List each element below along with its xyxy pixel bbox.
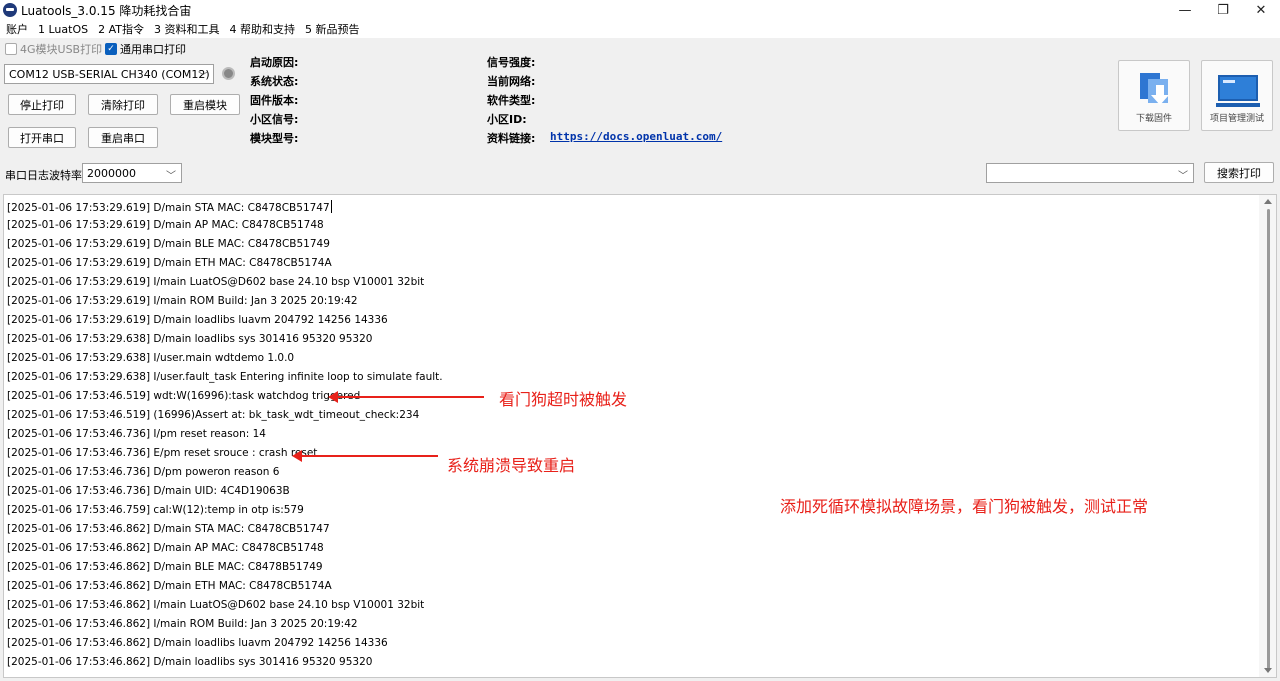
menu-luatos[interactable]: 1 LuatOS	[34, 23, 92, 36]
log-line: [2025-01-06 17:53:46.736] I/pm reset rea…	[7, 428, 266, 440]
log-line: [2025-01-06 17:53:46.862] D/main BLE MAC…	[7, 561, 323, 573]
info-current-network: 当前网络:	[487, 75, 536, 88]
checkmark-icon: ✓	[105, 43, 117, 55]
log-line: [2025-01-06 17:53:29.619] D/main STA MAC…	[7, 200, 332, 214]
log-line: [2025-01-06 17:53:29.619] D/main AP MAC:…	[7, 219, 324, 231]
log-line: [2025-01-06 17:53:46.519] wdt:W(16996):t…	[7, 390, 361, 402]
download-firmware-icon	[1137, 73, 1173, 109]
download-firmware-button[interactable]: 下载固件	[1118, 60, 1190, 131]
log-line: [2025-01-06 17:53:46.862] I/main LuatOS@…	[7, 599, 425, 611]
close-button[interactable]: ✕	[1242, 0, 1280, 20]
annotation-watchdog: 看门狗超时被触发	[499, 390, 628, 409]
info-cell-signal: 小区信号:	[250, 113, 299, 126]
window-title: Luatools_3.0.15 降功耗找合宙	[21, 3, 192, 18]
docs-link[interactable]: https://docs.openluat.com/	[550, 130, 722, 143]
log-line: [2025-01-06 17:53:46.736] D/pm poweron r…	[7, 466, 280, 478]
status-dot-icon	[222, 67, 235, 80]
log-line: [2025-01-06 17:53:46.862] D/main loadlib…	[7, 637, 388, 649]
download-firmware-label: 下载固件	[1135, 114, 1172, 124]
chevron-down-icon: ﹀	[166, 171, 176, 182]
log-line: [2025-01-06 17:53:46.736] E/pm reset sro…	[7, 447, 318, 459]
log-line: [2025-01-06 17:53:46.862] D/main STA MAC…	[7, 523, 330, 535]
project-test-button[interactable]: 项目管理测试	[1201, 60, 1273, 131]
baud-select-value: 2000000	[87, 166, 136, 180]
info-docs-label: 资料链接:	[487, 132, 536, 145]
restart-port-button[interactable]: 重启串口	[88, 127, 158, 148]
log-line: [2025-01-06 17:53:29.619] D/main BLE MAC…	[7, 238, 330, 250]
minimize-button[interactable]: —	[1166, 0, 1204, 20]
serial-print-label: 通用串口打印	[120, 43, 186, 56]
annotation-arrow-icon	[328, 391, 484, 403]
annotation-arrow-icon	[292, 450, 438, 462]
text-caret	[330, 200, 332, 213]
usb4g-print-label: 4G模块USB打印	[20, 43, 103, 56]
scroll-down-icon[interactable]	[1264, 668, 1272, 673]
app-logo-icon	[3, 3, 17, 17]
log-line: [2025-01-06 17:53:29.619] I/main ROM Bui…	[7, 295, 358, 307]
usb4g-print-checkbox[interactable]: 4G模块USB打印	[5, 41, 102, 57]
chevron-down-icon: ﹀	[1178, 171, 1188, 182]
search-input[interactable]: ﹀	[986, 163, 1194, 183]
menu-resources-tools[interactable]: 3 资料和工具	[150, 21, 224, 37]
log-line: [2025-01-06 17:53:46.862] I/main ROM Bui…	[7, 618, 358, 630]
log-line: [2025-01-06 17:53:29.619] D/main loadlib…	[7, 314, 388, 326]
menu-at-commands[interactable]: 2 AT指令	[94, 21, 148, 37]
info-software-type: 软件类型:	[487, 94, 536, 107]
log-line: [2025-01-06 17:53:46.736] D/main UID: 4C…	[7, 485, 290, 497]
log-line: [2025-01-06 17:53:46.759] cal:W(12):temp…	[7, 504, 304, 516]
log-line: [2025-01-06 17:53:29.638] I/user.fault_t…	[7, 371, 443, 383]
log-line: [2025-01-06 17:53:29.619] D/main ETH MAC…	[7, 257, 332, 269]
info-module-model: 模块型号:	[250, 132, 299, 145]
info-firmware-version: 固件版本:	[250, 94, 299, 107]
log-line: [2025-01-06 17:53:46.862] D/main ETH MAC…	[7, 580, 332, 592]
log-line: [2025-01-06 17:53:29.619] I/main LuatOS@…	[7, 276, 425, 288]
menu-account[interactable]: 账户	[2, 21, 32, 37]
menu-bar: 账户 1 LuatOS 2 AT指令 3 资料和工具 4 帮助和支持 5 新品预…	[0, 20, 1280, 38]
port-select[interactable]: COM12 USB-SERIAL CH340 (COM12) ﹀	[4, 64, 214, 84]
laptop-icon	[1216, 75, 1260, 109]
log-line: [2025-01-06 17:53:46.862] D/main AP MAC:…	[7, 542, 324, 554]
restart-module-button[interactable]: 重启模块	[170, 94, 240, 115]
clear-print-button[interactable]: 清除打印	[88, 94, 158, 115]
open-port-button[interactable]: 打开串口	[8, 127, 76, 148]
maximize-button[interactable]: ❐	[1204, 0, 1242, 20]
port-select-value: COM12 USB-SERIAL CH340 (COM12)	[9, 67, 210, 81]
log-line: [2025-01-06 17:53:29.638] D/main loadlib…	[7, 333, 373, 345]
log-line: [2025-01-06 17:53:46.862] D/main loadlib…	[7, 656, 373, 668]
stop-print-button[interactable]: 停止打印	[8, 94, 76, 115]
info-cell-id: 小区ID:	[487, 113, 527, 126]
scrollbar-thumb[interactable]	[1267, 209, 1270, 669]
annotation-summary: 添加死循环模拟故障场景，看门狗被触发，测试正常	[780, 497, 1149, 516]
log-line: [2025-01-06 17:53:46.519] (16996)Assert …	[7, 409, 420, 421]
scroll-up-icon[interactable]	[1264, 199, 1272, 204]
info-signal-strength: 信号强度:	[487, 56, 536, 69]
baud-label: 串口日志波特率	[5, 169, 82, 182]
search-print-button[interactable]: 搜索打印	[1204, 162, 1274, 183]
serial-print-checkbox[interactable]: ✓ 通用串口打印	[105, 41, 186, 57]
usb4g-print-checkbox-box	[5, 43, 17, 55]
menu-new-products[interactable]: 5 新品预告	[301, 21, 364, 37]
log-line: [2025-01-06 17:53:29.638] I/user.main wd…	[7, 352, 295, 364]
baud-select[interactable]: 2000000 ﹀	[82, 163, 182, 183]
log-output[interactable]: [2025-01-06 17:53:29.619] D/main STA MAC…	[3, 194, 1277, 678]
project-test-label: 项目管理测试	[1209, 114, 1264, 124]
window-controls: — ❐ ✕	[1166, 0, 1280, 20]
vertical-scrollbar[interactable]	[1259, 195, 1276, 677]
info-system-status: 系统状态:	[250, 75, 299, 88]
info-boot-reason: 启动原因:	[250, 56, 299, 69]
title-bar: Luatools_3.0.15 降功耗找合宙 — ❐ ✕	[0, 0, 1280, 20]
chevron-down-icon: ﹀	[198, 72, 208, 83]
menu-help-support[interactable]: 4 帮助和支持	[226, 21, 300, 37]
annotation-crash: 系统崩溃导致重启	[447, 456, 576, 475]
